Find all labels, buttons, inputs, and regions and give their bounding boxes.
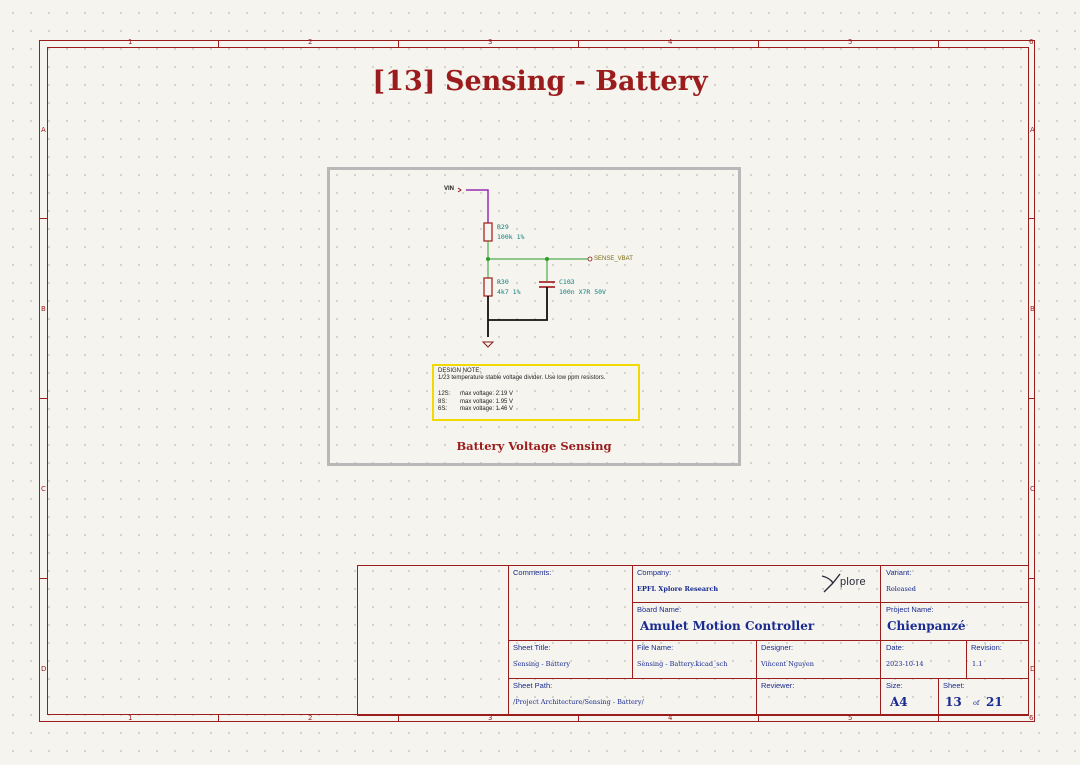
xplore-x-icon xyxy=(821,573,841,593)
variant-value: Released xyxy=(886,585,916,593)
design-note-row-label: 12S: xyxy=(438,391,451,397)
row-letter: A xyxy=(41,126,46,134)
logo-text: plore xyxy=(840,576,866,588)
sheet-label: Sheet: xyxy=(943,681,965,690)
design-note-row-label: 6S: xyxy=(438,406,448,412)
board-name-label: Board Name: xyxy=(637,605,682,614)
sheet-title-value: Sensing - Battery xyxy=(513,660,571,668)
row-letter: C xyxy=(41,485,46,493)
design-note-row-value: max voltage: 1.46 V xyxy=(460,406,514,412)
column-number: 5 xyxy=(848,38,853,46)
r30-reference: R30 xyxy=(497,278,509,286)
sheet-number: 13 xyxy=(945,695,962,709)
resistor-r30[interactable] xyxy=(483,277,493,297)
sheet-path-value: /Project Architecture/Sensing - Battery/ xyxy=(513,698,644,706)
r29-reference: R29 xyxy=(497,223,509,231)
designer-value: Vincent Nguyen xyxy=(761,660,814,668)
size-label: Size: xyxy=(886,681,903,690)
column-number: 1 xyxy=(128,38,133,46)
design-note-row-label: 8S: xyxy=(438,398,448,405)
design-note-row-value: max voltage: 2.19 V xyxy=(460,391,514,397)
sheet-title: [13] Sensing - Battery xyxy=(372,66,708,97)
file-name-value: Sensing - Battery.kicad_sch xyxy=(637,660,728,668)
r29-value: 100k 1% xyxy=(497,233,525,241)
capacitor-c103[interactable] xyxy=(539,281,555,288)
project-name-value: Chienpanzé xyxy=(887,619,966,633)
r30-value: 4k7 1% xyxy=(497,288,521,296)
design-note-row-value: max voltage: 1.95 V xyxy=(460,398,514,405)
schematic-sheet[interactable]: 1 2 3 4 5 6 1 2 3 4 5 6 A B C D A B C D … xyxy=(0,0,1080,765)
sheet-path-label: Sheet Path: xyxy=(513,681,553,690)
row-letter: B xyxy=(41,305,46,313)
sheet-of-label: of xyxy=(973,699,980,707)
revision-value: 1.1 xyxy=(972,660,983,668)
project-name-label: Project Name: xyxy=(886,605,934,614)
ground-symbol xyxy=(481,341,495,348)
resistor-r29[interactable] xyxy=(483,222,493,242)
row-letter: B xyxy=(1030,305,1035,313)
row-letter: D xyxy=(1030,665,1036,673)
column-number: 2 xyxy=(308,38,313,46)
design-note-line: 1/23 temperature stable voltage divider.… xyxy=(438,375,606,381)
date-value: 2023-10-14 xyxy=(886,660,924,668)
designer-label: Designer: xyxy=(761,643,794,652)
row-letter: D xyxy=(41,665,47,673)
variant-label: Variant: xyxy=(886,568,912,577)
file-name-label: File Name: xyxy=(637,643,674,652)
c103-reference: C103 xyxy=(559,278,575,286)
comments-label: Comments: xyxy=(513,568,552,577)
design-note-header: DESIGN NOTE: xyxy=(438,368,482,374)
company-label: Company: xyxy=(637,568,672,577)
power-net-label[interactable]: VIN xyxy=(444,186,454,192)
row-letter: A xyxy=(1030,126,1035,134)
size-value: A4 xyxy=(890,695,908,709)
column-number: 1 xyxy=(128,714,133,722)
sheet-total: 21 xyxy=(986,695,1003,709)
group-title: Battery Voltage Sensing xyxy=(456,439,612,453)
net-label-sense-vbat[interactable]: SENSE_VBAT xyxy=(594,256,633,262)
sheet-title-label: Sheet Title: xyxy=(513,643,551,652)
reviewer-label: Reviewer: xyxy=(761,681,795,690)
board-name-value: Amulet Motion Controller xyxy=(640,619,815,633)
column-number: 6 xyxy=(1029,38,1034,46)
company-value: EPFL Xplore Research xyxy=(637,585,719,593)
column-number: 3 xyxy=(488,38,493,46)
circuit-diagram[interactable] xyxy=(420,180,650,355)
row-letter: C xyxy=(1030,485,1035,493)
revision-label: Revision: xyxy=(971,643,1002,652)
date-label: Date: xyxy=(886,643,904,652)
column-number: 6 xyxy=(1029,714,1034,722)
column-number: 2 xyxy=(308,714,313,722)
xplore-logo: plore xyxy=(820,572,876,594)
column-number: 4 xyxy=(668,38,673,46)
c103-value: 100n X7R 50V xyxy=(559,288,606,296)
